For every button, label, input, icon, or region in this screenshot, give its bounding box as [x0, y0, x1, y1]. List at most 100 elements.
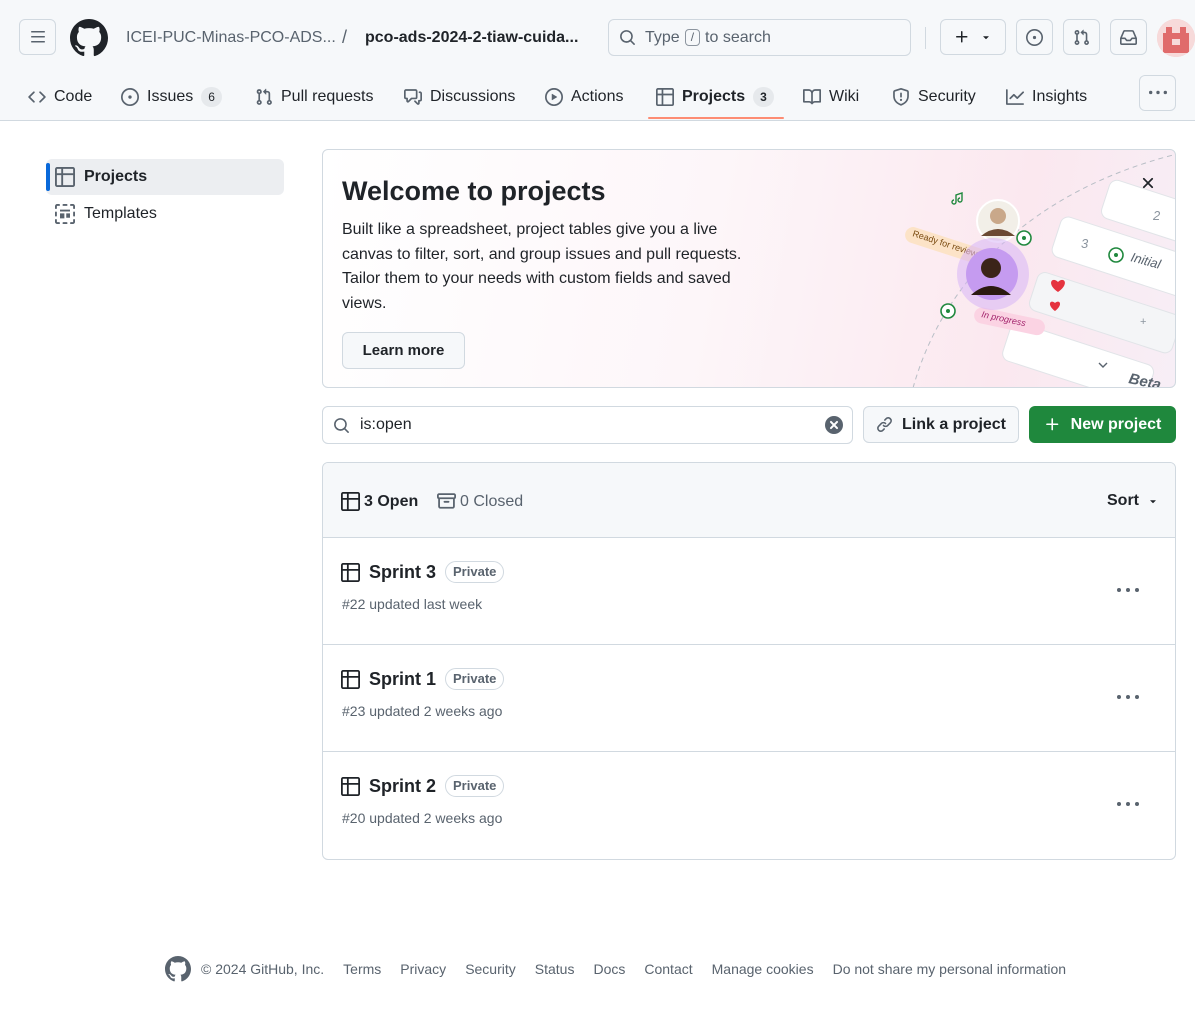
projects-count-badge: 3	[753, 87, 774, 107]
dismiss-banner-button[interactable]	[1139, 174, 1157, 192]
link-project-button[interactable]: Link a project	[863, 406, 1019, 443]
banner-description: Built like a spreadsheet, project tables…	[342, 221, 742, 312]
project-meta: #22 updated last week	[342, 596, 483, 612]
shield-icon	[893, 88, 909, 106]
sidebar-item-templates[interactable]: Templates	[46, 196, 284, 232]
footer-link-manage-cookies[interactable]: Manage cookies	[712, 961, 814, 977]
project-name-link[interactable]: Sprint 2	[369, 776, 436, 797]
footer-link-contact[interactable]: Contact	[644, 961, 692, 977]
footer-link-do-not-share[interactable]: Do not share my personal information	[833, 961, 1066, 977]
kebab-horizontal-icon[interactable]	[1113, 580, 1143, 600]
footer-link-status[interactable]: Status	[535, 961, 575, 977]
new-project-label: New project	[1070, 415, 1162, 433]
search-icon	[620, 30, 635, 45]
new-project-button[interactable]: New project	[1029, 406, 1176, 443]
github-mark-icon[interactable]	[165, 956, 191, 982]
comment-discussion-icon	[404, 89, 422, 105]
projects-illustration-icon: 2 3 Initial + Beta Ready for review In p…	[905, 154, 1175, 387]
tab-wiki[interactable]: Wiki	[803, 74, 859, 120]
tab-code-label: Code	[54, 88, 93, 105]
closed-projects-toggle[interactable]: 0 Closed	[437, 492, 523, 511]
kebab-horizontal-icon	[1148, 90, 1167, 95]
link-icon	[877, 417, 892, 432]
kebab-horizontal-icon[interactable]	[1113, 794, 1143, 814]
project-list-header: 3 Open 0 Closed Sort	[323, 463, 1175, 538]
global-search-input[interactable]: Type / to search	[608, 19, 911, 56]
search-placeholder-suffix: to search	[705, 28, 771, 46]
top-bar: ICEI-PUC-Minas-PCO-ADS... / pco-ads-2024…	[0, 0, 1195, 74]
sidebar-item-label: Projects	[84, 168, 148, 185]
project-row[interactable]: Sprint 1 Private #23 updated 2 weeks ago	[323, 645, 1175, 752]
your-pull-requests-button[interactable]	[1063, 19, 1100, 55]
tab-security-label: Security	[918, 88, 976, 105]
visibility-badge: Private	[445, 561, 505, 583]
welcome-banner: Welcome to projects Built like a spreads…	[322, 149, 1176, 388]
project-template-icon	[55, 204, 75, 224]
footer-link-privacy[interactable]: Privacy	[400, 961, 446, 977]
tab-insights-label: Insights	[1032, 88, 1088, 105]
tab-issues-label: Issues	[147, 88, 194, 105]
plus-icon	[956, 31, 968, 43]
footer-link-terms[interactable]: Terms	[343, 961, 381, 977]
sidebar-item-label: Templates	[84, 205, 157, 222]
project-filter-input[interactable]: is:open	[322, 406, 853, 444]
your-issues-button[interactable]	[1016, 19, 1053, 55]
user-avatar[interactable]	[1157, 19, 1195, 57]
breadcrumb-separator: /	[342, 27, 348, 47]
tab-insights[interactable]: Insights	[1006, 74, 1087, 120]
tab-projects[interactable]: Projects 3	[656, 74, 774, 120]
triangle-down-icon	[1150, 500, 1156, 504]
close-icon	[1142, 177, 1154, 189]
git-pull-request-icon	[256, 88, 272, 105]
sidebar-item-projects[interactable]: Projects	[46, 159, 284, 195]
breadcrumb-owner-link[interactable]: ICEI-PUC-Minas-PCO-ADS...	[126, 29, 336, 47]
learn-more-button[interactable]: Learn more	[342, 332, 465, 369]
tab-discussions[interactable]: Discussions	[404, 74, 515, 120]
filter-value: is:open	[360, 416, 412, 433]
page-footer: © 2024 GitHub, Inc. Terms Privacy Securi…	[165, 955, 1066, 983]
visibility-badge: Private	[445, 668, 505, 690]
project-row-title: Sprint 1 Private	[341, 668, 505, 690]
create-new-button[interactable]	[940, 19, 1006, 55]
project-row[interactable]: Sprint 3 Private #22 updated last week	[323, 538, 1175, 645]
more-tabs-button[interactable]	[1139, 75, 1176, 111]
tab-security[interactable]: Security	[892, 74, 976, 120]
tab-projects-label: Projects	[682, 88, 746, 105]
kebab-horizontal-icon[interactable]	[1113, 687, 1143, 707]
open-projects-toggle[interactable]: 3 Open	[341, 492, 418, 511]
tab-code[interactable]: Code	[28, 74, 92, 120]
tab-actions[interactable]: Actions	[545, 74, 623, 120]
project-meta: #20 updated 2 weeks ago	[342, 810, 503, 826]
git-pull-request-icon	[1074, 29, 1089, 45]
breadcrumb-repo-link[interactable]: pco-ads-2024-2-tiaw-cuida...	[365, 29, 578, 47]
notifications-button[interactable]	[1110, 19, 1147, 55]
play-icon	[545, 88, 563, 106]
graph-icon	[1006, 89, 1024, 105]
project-name-link[interactable]: Sprint 1	[369, 669, 436, 690]
active-tab-indicator	[648, 117, 784, 119]
project-row-title: Sprint 3 Private	[341, 561, 505, 583]
search-icon	[334, 417, 349, 433]
open-menu-button[interactable]	[19, 19, 56, 55]
search-placeholder-prefix: Type	[645, 28, 680, 46]
footer-link-security[interactable]: Security	[465, 961, 516, 977]
link-project-label: Link a project	[901, 415, 1007, 433]
tab-wiki-label: Wiki	[829, 88, 860, 105]
issue-opened-icon	[1026, 28, 1043, 46]
project-name-link[interactable]: Sprint 3	[369, 562, 436, 583]
github-logo-icon[interactable]	[70, 19, 108, 57]
project-row[interactable]: Sprint 2 Private #20 updated 2 weeks ago	[323, 752, 1175, 859]
triangle-down-icon	[983, 36, 989, 40]
tab-issues[interactable]: Issues 6	[121, 74, 222, 120]
clear-filter-icon[interactable]	[825, 416, 843, 434]
tab-pull-requests[interactable]: Pull requests	[255, 74, 374, 120]
visibility-badge: Private	[445, 775, 505, 797]
table-icon	[341, 669, 360, 689]
search-shortcut-key: /	[684, 29, 701, 46]
tab-actions-label: Actions	[571, 88, 624, 105]
tab-discussions-label: Discussions	[430, 88, 516, 105]
footer-link-docs[interactable]: Docs	[593, 961, 625, 977]
archive-icon	[437, 493, 456, 509]
sort-dropdown[interactable]: Sort	[1107, 492, 1159, 510]
table-icon	[55, 167, 75, 187]
